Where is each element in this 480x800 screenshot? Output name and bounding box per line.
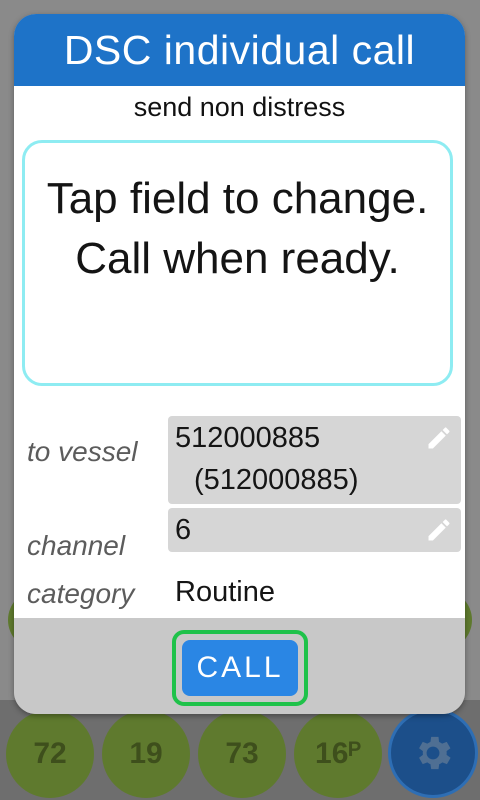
channel-field[interactable]: 6 xyxy=(168,508,461,552)
settings-button[interactable] xyxy=(388,708,478,798)
message-panel: Tap field to change. Call when ready. xyxy=(14,128,465,408)
call-button-focus-ring: CALL xyxy=(172,630,308,706)
instruction-message: Tap field to change. Call when ready. xyxy=(47,169,429,289)
to-vessel-field[interactable]: 512000885 (512000885) xyxy=(168,416,461,504)
pencil-icon xyxy=(428,427,450,449)
channel-strip: 72 19 73 16ᴾ xyxy=(0,700,480,800)
dsc-call-dialog: DSC individual call send non distress Ta… xyxy=(14,14,465,714)
pencil-icon xyxy=(428,519,450,541)
instruction-line-2: Call when ready. xyxy=(75,234,400,283)
dialog-footer: CALL xyxy=(14,618,465,714)
message-box: Tap field to change. Call when ready. xyxy=(22,140,453,386)
category-value: Routine xyxy=(175,576,275,608)
dialog-title: DSC individual call xyxy=(14,14,465,86)
channel-bubble[interactable]: 16ᴾ xyxy=(294,710,382,798)
dialog-subtitle: send non distress xyxy=(14,86,465,128)
call-button[interactable]: CALL xyxy=(182,640,298,696)
channel-value: 6 xyxy=(175,514,192,546)
channel-label: channel xyxy=(27,530,126,561)
channel-bubble[interactable]: 72 xyxy=(6,710,94,798)
channel-bubble[interactable]: 73 xyxy=(198,710,286,798)
channel-bubble[interactable]: 19 xyxy=(102,710,190,798)
call-fields: to vessel 512000885 (512000885) channel … xyxy=(14,400,465,618)
to-vessel-mmsi: 512000885 xyxy=(175,422,321,454)
to-vessel-label: to vessel xyxy=(27,436,138,467)
gear-icon xyxy=(419,736,451,770)
instruction-line-1: Tap field to change. xyxy=(46,174,429,223)
to-vessel-mmsi-secondary: (512000885) xyxy=(194,464,359,496)
category-label: category xyxy=(27,578,135,609)
